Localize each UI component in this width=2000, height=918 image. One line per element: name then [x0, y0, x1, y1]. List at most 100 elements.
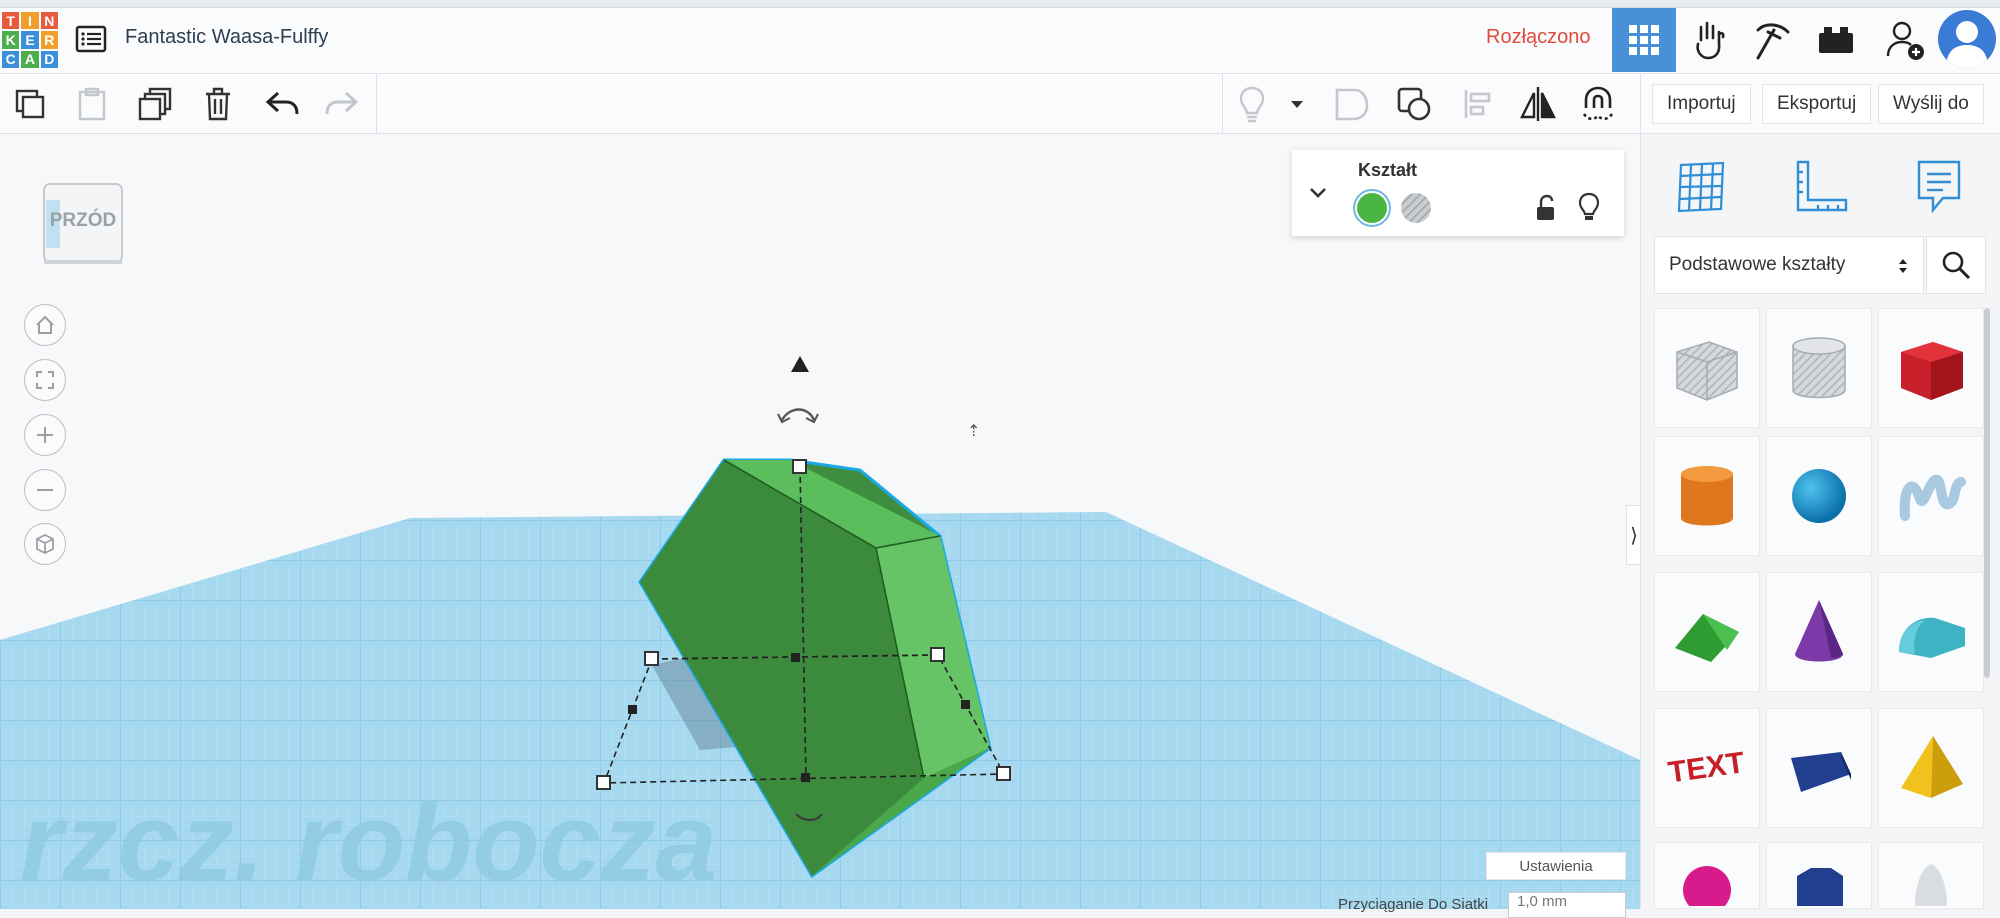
chevron-right-icon: ⟩ [1630, 524, 1638, 547]
export-button[interactable]: Eksportuj [1762, 84, 1872, 124]
design-list-icon[interactable] [74, 24, 108, 54]
workplane-watermark: rzcz. robocza [20, 781, 717, 904]
send-to-button[interactable]: Wyślij do [1878, 84, 1984, 124]
shape-tile-cylinder[interactable] [1654, 436, 1760, 556]
avatar[interactable] [1938, 10, 1996, 68]
panel-scrollbar[interactable] [1984, 308, 1990, 678]
user-avatar-icon [1946, 21, 1988, 68]
zoom-out-button[interactable] [24, 469, 66, 511]
view-cube-face-label: PRZÓD [49, 210, 117, 231]
shape-tile-scribble[interactable] [1878, 436, 1984, 556]
logo-letter: A [21, 50, 39, 68]
ruler-tool-button[interactable] [1786, 152, 1856, 222]
group-button[interactable] [1332, 84, 1372, 124]
workplane-viewport[interactable]: rzcz. robocza ⇡ PRZÓD [0, 134, 1640, 909]
lego-bricks-button[interactable] [1804, 8, 1868, 72]
redo-button[interactable] [322, 84, 362, 124]
undo-button[interactable] [262, 84, 302, 124]
redo-icon [325, 91, 359, 115]
logo-letter: N [40, 12, 58, 30]
workplane-tool-button[interactable] [1666, 152, 1736, 222]
cone-icon [1795, 600, 1843, 662]
light-bulb-button[interactable] [1232, 84, 1272, 124]
home-view-button[interactable] [24, 304, 66, 346]
shape-tile-cone[interactable] [1766, 572, 1872, 692]
resize-handle[interactable] [628, 705, 637, 714]
lift-arrow-icon[interactable] [791, 356, 809, 372]
top-bar: T I N K E R C A D Fantastic Waasa-Fulffy… [0, 0, 2000, 74]
lego-bricks-icon [1819, 27, 1853, 53]
shape-tile-half-cylinder[interactable] [1878, 572, 1984, 692]
lock-button[interactable] [1534, 194, 1560, 224]
cylinder-hole-icon [1792, 337, 1846, 399]
shape-category-value: Podstawowe kształty [1669, 254, 1846, 275]
codeblocks-button[interactable] [1740, 8, 1804, 72]
workplane-canvas[interactable]: rzcz. robocza ⇡ [0, 134, 1640, 909]
snap-grid-select[interactable]: 1,0 mm [1508, 892, 1626, 918]
toolbar-divider [1222, 74, 1223, 134]
blocks-button[interactable] [1676, 8, 1740, 72]
perspective-button[interactable] [24, 523, 66, 565]
shape-tile-polygon[interactable] [1766, 842, 1872, 909]
delete-button[interactable] [198, 84, 238, 124]
notes-tool-button[interactable] [1904, 152, 1974, 222]
plus-icon [37, 427, 53, 443]
note-icon [1917, 160, 1961, 214]
shape-inspector: Kształt [1292, 150, 1624, 236]
add-user-icon [1886, 21, 1924, 60]
resize-handle[interactable] [792, 459, 807, 474]
settings-button[interactable]: Ustawienia [1486, 852, 1626, 880]
resize-handle[interactable] [996, 766, 1011, 781]
magnet-button[interactable] [1578, 84, 1618, 124]
add-user-button[interactable] [1874, 8, 1938, 72]
resize-handle[interactable] [801, 773, 810, 782]
light-dropdown-button[interactable] [1282, 84, 1312, 124]
shape-tile-text[interactable]: TEXT [1654, 708, 1760, 828]
shape-category-select[interactable]: Podstawowe kształty [1654, 236, 1924, 294]
sphere-icon [1792, 469, 1846, 523]
hole-swatch[interactable] [1398, 190, 1434, 226]
shape-tile-heart[interactable] [1654, 842, 1760, 909]
shape-tile-wedge[interactable] [1766, 708, 1872, 828]
mirror-button[interactable] [1518, 84, 1558, 124]
undo-icon [265, 91, 299, 115]
shape-tile-pyramid[interactable] [1878, 708, 1984, 828]
project-title[interactable]: Fantastic Waasa-Fulffy [125, 26, 328, 49]
resize-handle[interactable] [644, 651, 659, 666]
text-shape-label: TEXT [1666, 746, 1747, 789]
3d-design-button[interactable] [1612, 8, 1676, 72]
logo-letter: C [2, 50, 20, 68]
polygon-icon [1797, 867, 1843, 906]
shape-tile-roof[interactable] [1654, 572, 1760, 692]
import-button[interactable]: Importuj [1652, 84, 1751, 124]
rotate-handle-icon[interactable] [780, 408, 816, 421]
connection-status: Rozłączono [1486, 26, 1591, 48]
visibility-bulb-button[interactable] [1578, 192, 1604, 224]
shape-tile-box-hole[interactable] [1654, 308, 1760, 428]
collapse-inspector-button[interactable] [1306, 180, 1336, 210]
copy-button[interactable] [10, 84, 50, 124]
resize-handle[interactable] [791, 653, 800, 662]
zoom-in-button[interactable] [24, 414, 66, 456]
round-roof-icon [1899, 617, 1965, 658]
search-icon [1942, 251, 1971, 280]
mirror-icon [1520, 87, 1556, 121]
tinkercad-logo[interactable]: T I N K E R C A D [2, 12, 58, 68]
align-button[interactable] [1458, 84, 1498, 124]
resize-handle[interactable] [961, 700, 970, 709]
resize-handle[interactable] [596, 775, 611, 790]
logo-letter: R [40, 31, 58, 49]
resize-handle[interactable] [930, 647, 945, 662]
shape-tile-paraboloid[interactable] [1878, 842, 1984, 909]
duplicate-button[interactable] [136, 84, 176, 124]
fit-view-button[interactable] [24, 359, 66, 401]
copy-icon [15, 89, 45, 119]
shape-tile-cylinder-hole[interactable] [1766, 308, 1872, 428]
shape-tile-box[interactable] [1878, 308, 1984, 428]
paste-button[interactable] [72, 84, 112, 124]
solid-color-swatch[interactable] [1352, 188, 1392, 228]
shape-tile-sphere[interactable] [1766, 436, 1872, 556]
shape-search-button[interactable] [1926, 236, 1986, 294]
ungroup-button[interactable] [1394, 84, 1434, 124]
view-cube[interactable]: PRZÓD [40, 180, 126, 268]
